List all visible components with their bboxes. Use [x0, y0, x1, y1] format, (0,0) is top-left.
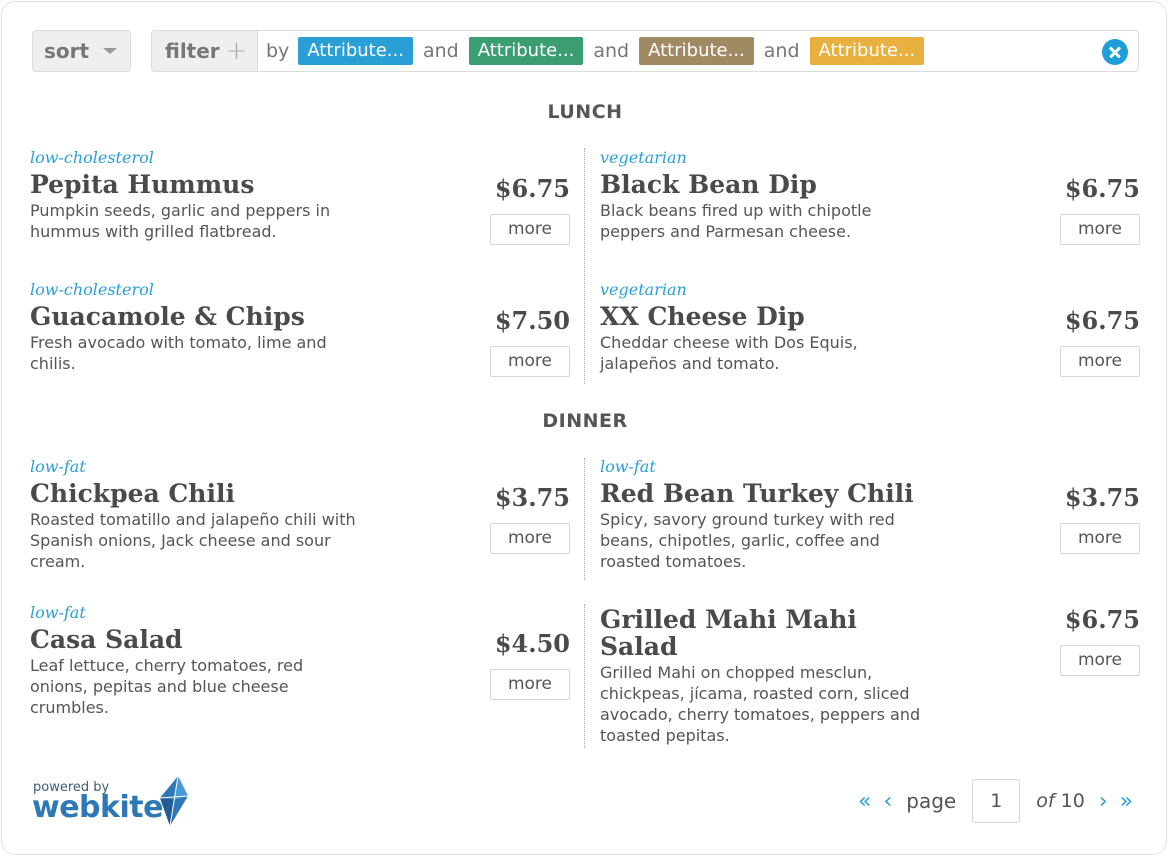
menu-item: Grilled Mahi Mahi Salad Grilled Mahi on … — [600, 603, 1140, 746]
item-name: Pepita Hummus — [30, 170, 255, 199]
item-tag: low-fat — [30, 603, 86, 622]
page-label: page — [906, 789, 957, 813]
item-name: Black Bean Dip — [600, 170, 817, 199]
plus-icon: + — [225, 36, 248, 66]
prev-page-icon[interactable]: ‹ — [883, 789, 892, 814]
column-divider — [584, 458, 585, 580]
conjunction-label: and — [593, 40, 630, 62]
menu-item: low-cholesterol Pepita Hummus Pumpkin se… — [30, 148, 570, 245]
item-price: $6.75 — [1064, 605, 1140, 634]
filter-chip-1[interactable]: Attribute... — [298, 37, 413, 65]
item-description: Cheddar cheese with Dos Equis, jalapeños… — [600, 333, 858, 373]
more-button[interactable]: more — [490, 669, 570, 700]
more-button[interactable]: more — [490, 523, 570, 554]
sort-label: sort — [44, 39, 90, 63]
item-description: Grilled Mahi on chopped mesclun, chickpe… — [600, 663, 921, 745]
menu-item: low-fat Casa Salad Leaf lettuce, cherry … — [30, 603, 570, 718]
conjunction-label: and — [763, 40, 800, 62]
item-name: Red Bean Turkey Chili — [600, 479, 914, 508]
item-name: Guacamole & Chips — [30, 302, 305, 331]
filter-button[interactable]: filter + — [152, 31, 258, 71]
filter-chip-4[interactable]: Attribute... — [809, 37, 925, 65]
item-tag: vegetarian — [600, 280, 687, 299]
menu-item: low-cholesterol Guacamole & Chips Fresh … — [30, 280, 570, 377]
menu-item: vegetarian Black Bean Dip Black beans fi… — [600, 148, 1140, 245]
item-tag: low-cholesterol — [30, 280, 154, 299]
menu-item: vegetarian XX Cheese Dip Cheddar cheese … — [600, 280, 1140, 377]
item-description: Spicy, savory ground turkey with red bea… — [600, 510, 895, 571]
by-label: by — [266, 40, 290, 62]
total-pages: 10 — [1060, 790, 1085, 812]
item-tag: vegetarian — [600, 148, 687, 167]
page-number-input[interactable] — [972, 779, 1021, 823]
item-price: $6.75 — [1064, 174, 1140, 203]
item-description: Roasted tomatillo and jalapeño chili wit… — [30, 510, 356, 571]
pagination: « ‹ page of 10 › » — [858, 778, 1133, 824]
more-button[interactable]: more — [490, 214, 570, 245]
item-tag: low-cholesterol — [30, 148, 154, 167]
item-price: $7.50 — [494, 306, 570, 335]
menu-item: low-fat Chickpea Chili Roasted tomatillo… — [30, 457, 570, 572]
item-price: $6.75 — [1064, 306, 1140, 335]
filter-chip-3[interactable]: Attribute... — [639, 37, 754, 65]
of-label: of — [1036, 790, 1055, 812]
clear-filters-icon[interactable] — [1102, 39, 1128, 65]
item-price: $6.75 — [494, 174, 570, 203]
brand-name: webkite — [32, 790, 163, 825]
filter-bar: filter + by Attribute... and Attribute..… — [151, 30, 1139, 72]
sort-button[interactable]: sort — [32, 30, 131, 72]
powered-by-logo[interactable]: powered by webkite — [32, 776, 192, 830]
item-price: $3.75 — [1064, 483, 1140, 512]
item-description: Pumpkin seeds, garlic and peppers in hum… — [30, 201, 331, 241]
column-divider — [584, 604, 585, 748]
section-title-lunch: LUNCH — [547, 101, 623, 123]
first-page-icon[interactable]: « — [858, 789, 871, 814]
item-name: XX Cheese Dip — [600, 302, 805, 331]
item-price: $4.50 — [494, 629, 570, 658]
conjunction-label: and — [422, 40, 459, 62]
last-page-icon[interactable]: » — [1120, 789, 1133, 814]
item-description: Leaf lettuce, cherry tomatoes, red onion… — [30, 656, 304, 717]
item-name: Grilled Mahi Mahi Salad — [600, 605, 857, 661]
total-pages-label: of 10 — [1036, 790, 1085, 812]
item-name: Chickpea Chili — [30, 479, 235, 508]
filter-label: filter — [165, 39, 220, 63]
section-title-dinner: DINNER — [542, 410, 628, 432]
item-price: $3.75 — [494, 483, 570, 512]
kite-logo-icon — [159, 776, 189, 827]
filter-chip-2[interactable]: Attribute... — [468, 37, 584, 65]
caret-down-icon — [103, 48, 118, 54]
item-description: Black beans fired up with chipotle peppe… — [600, 201, 872, 241]
more-button[interactable]: more — [1060, 214, 1140, 245]
more-button[interactable]: more — [1060, 346, 1140, 377]
more-button[interactable]: more — [1060, 523, 1140, 554]
more-button[interactable]: more — [1060, 645, 1140, 676]
column-divider — [584, 148, 585, 384]
item-description: Fresh avocado with tomato, lime and chil… — [30, 333, 327, 373]
item-tag: low-fat — [30, 457, 86, 476]
next-page-icon[interactable]: › — [1099, 789, 1108, 814]
more-button[interactable]: more — [490, 346, 570, 377]
menu-item: low-fat Red Bean Turkey Chili Spicy, sav… — [600, 457, 1140, 572]
item-tag: low-fat — [600, 457, 656, 476]
item-name: Casa Salad — [30, 625, 183, 654]
